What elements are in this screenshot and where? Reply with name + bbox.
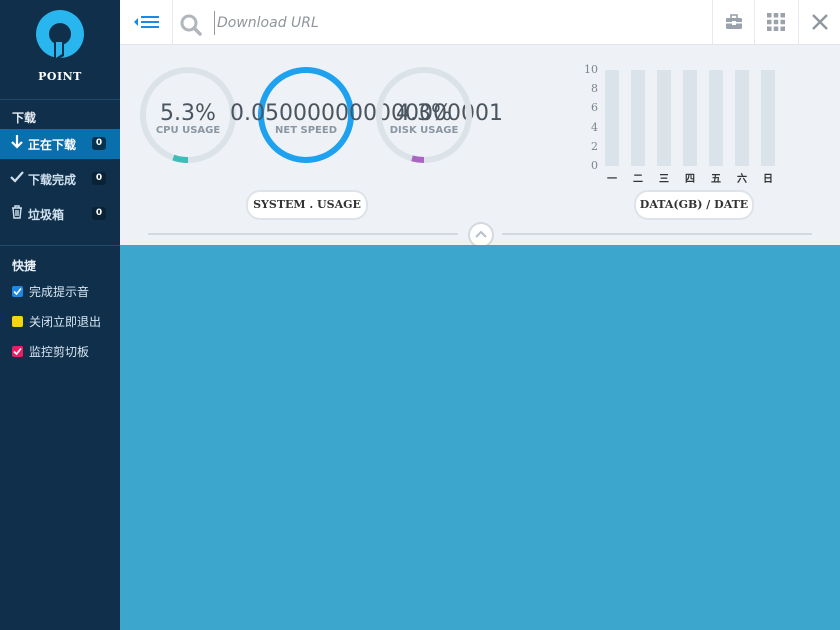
option-monitor-clipboard[interactable]: 监控剪切板 bbox=[12, 343, 89, 360]
checkbox-unchecked-icon[interactable] bbox=[12, 316, 23, 327]
bar-track bbox=[605, 70, 619, 166]
count-badge: 0 bbox=[92, 137, 106, 150]
x-tick-label: 日 bbox=[763, 174, 773, 185]
y-tick-label: 4 bbox=[591, 120, 598, 134]
system-usage-button[interactable]: SYSTEM . USAGE bbox=[246, 190, 368, 220]
search-icon bbox=[180, 14, 202, 36]
option-label: 关闭立即退出 bbox=[29, 315, 102, 329]
divider-line bbox=[502, 233, 812, 235]
logo-icon bbox=[36, 10, 84, 62]
grid-icon bbox=[767, 13, 785, 31]
net-speed-gauge: 0.050000000000000001 NET SPEED bbox=[230, 65, 503, 165]
y-tick-label: 0 bbox=[591, 159, 598, 172]
count-badge: 0 bbox=[92, 207, 106, 220]
option-label: 监控剪切板 bbox=[29, 345, 90, 359]
nav-item-label: 下载完成 bbox=[28, 172, 77, 187]
option-exit-on-close[interactable]: 关闭立即退出 bbox=[12, 313, 101, 330]
x-tick-label: 三 bbox=[659, 174, 669, 185]
toolbox-icon bbox=[726, 14, 742, 29]
divider-line bbox=[148, 233, 458, 235]
nav-item-downloading[interactable]: 正在下载 0 bbox=[0, 129, 120, 159]
y-tick-label: 8 bbox=[591, 82, 598, 96]
checkbox-checked-icon[interactable] bbox=[12, 346, 23, 357]
grid-view-button[interactable] bbox=[754, 0, 797, 44]
chevron-up-icon bbox=[475, 230, 487, 238]
shortcuts-section-title: 快捷 bbox=[12, 259, 37, 273]
count-badge: 0 bbox=[92, 172, 106, 185]
trash-icon bbox=[8, 205, 26, 223]
gauge-value: 5.3% bbox=[160, 101, 216, 126]
divider bbox=[0, 99, 120, 100]
cpu-usage-gauge: 5.3% CPU USAGE bbox=[138, 65, 238, 165]
bar-track bbox=[761, 70, 775, 166]
check-icon bbox=[8, 171, 26, 187]
checkbox-checked-icon[interactable] bbox=[12, 286, 23, 297]
x-tick-label: 五 bbox=[711, 174, 721, 185]
option-label: 完成提示音 bbox=[29, 285, 90, 299]
gauge-value: 4.3% bbox=[396, 101, 452, 126]
nav-item-completed[interactable]: 下载完成 0 bbox=[0, 164, 120, 194]
gauge-label: CPU USAGE bbox=[155, 125, 221, 136]
collapse-menu-icon bbox=[134, 16, 159, 28]
menu-toggle-button[interactable] bbox=[120, 0, 173, 44]
y-tick-label: 10 bbox=[584, 63, 598, 76]
gauge-value: 0.050000000000000001 bbox=[230, 101, 503, 126]
divider bbox=[0, 245, 120, 246]
top-bar bbox=[120, 0, 840, 45]
x-tick-label: 四 bbox=[685, 174, 695, 185]
download-url-input[interactable] bbox=[214, 11, 699, 35]
dashboard-panel: 5.3% CPU USAGE 0.050000000000000001 NET … bbox=[120, 45, 840, 248]
close-button[interactable] bbox=[798, 0, 840, 44]
bar-track bbox=[709, 70, 723, 166]
bar-track bbox=[631, 70, 645, 166]
disk-usage-gauge: 4.3% DISK USAGE bbox=[374, 65, 474, 165]
y-tick-label: 2 bbox=[591, 139, 598, 153]
logo-text: POINT bbox=[38, 70, 82, 83]
downloads-section-title: 下载 bbox=[12, 111, 37, 125]
download-list-area bbox=[120, 245, 840, 630]
gauge-label: NET SPEED bbox=[275, 125, 337, 136]
sidebar: POINT 下载 正在下载 0 下载完成 0 垃圾箱 0 快捷 完成提示音 关闭… bbox=[0, 0, 120, 630]
x-tick-label: 六 bbox=[737, 174, 747, 185]
x-tick-label: 二 bbox=[633, 174, 643, 185]
option-complete-sound[interactable]: 完成提示音 bbox=[12, 283, 89, 300]
nav-item-label: 垃圾箱 bbox=[28, 207, 65, 222]
data-date-button[interactable]: DATA(GB) / DATE bbox=[634, 190, 754, 220]
bar-track bbox=[657, 70, 671, 166]
nav-item-label: 正在下载 bbox=[28, 137, 77, 152]
toolbox-button[interactable] bbox=[712, 0, 755, 44]
y-tick-label: 6 bbox=[591, 101, 598, 115]
logo: POINT bbox=[0, 0, 120, 100]
bar-track bbox=[683, 70, 697, 166]
gauge-label: DISK USAGE bbox=[389, 125, 459, 136]
close-icon bbox=[812, 14, 828, 30]
arrow-down-icon bbox=[8, 135, 26, 153]
x-tick-label: 一 bbox=[607, 174, 617, 185]
bar-track bbox=[735, 70, 749, 166]
data-by-date-chart: 10 8 6 4 2 0 一 二 三 四 五 六 日 bbox=[580, 63, 780, 195]
nav-item-trash[interactable]: 垃圾箱 0 bbox=[0, 199, 120, 229]
